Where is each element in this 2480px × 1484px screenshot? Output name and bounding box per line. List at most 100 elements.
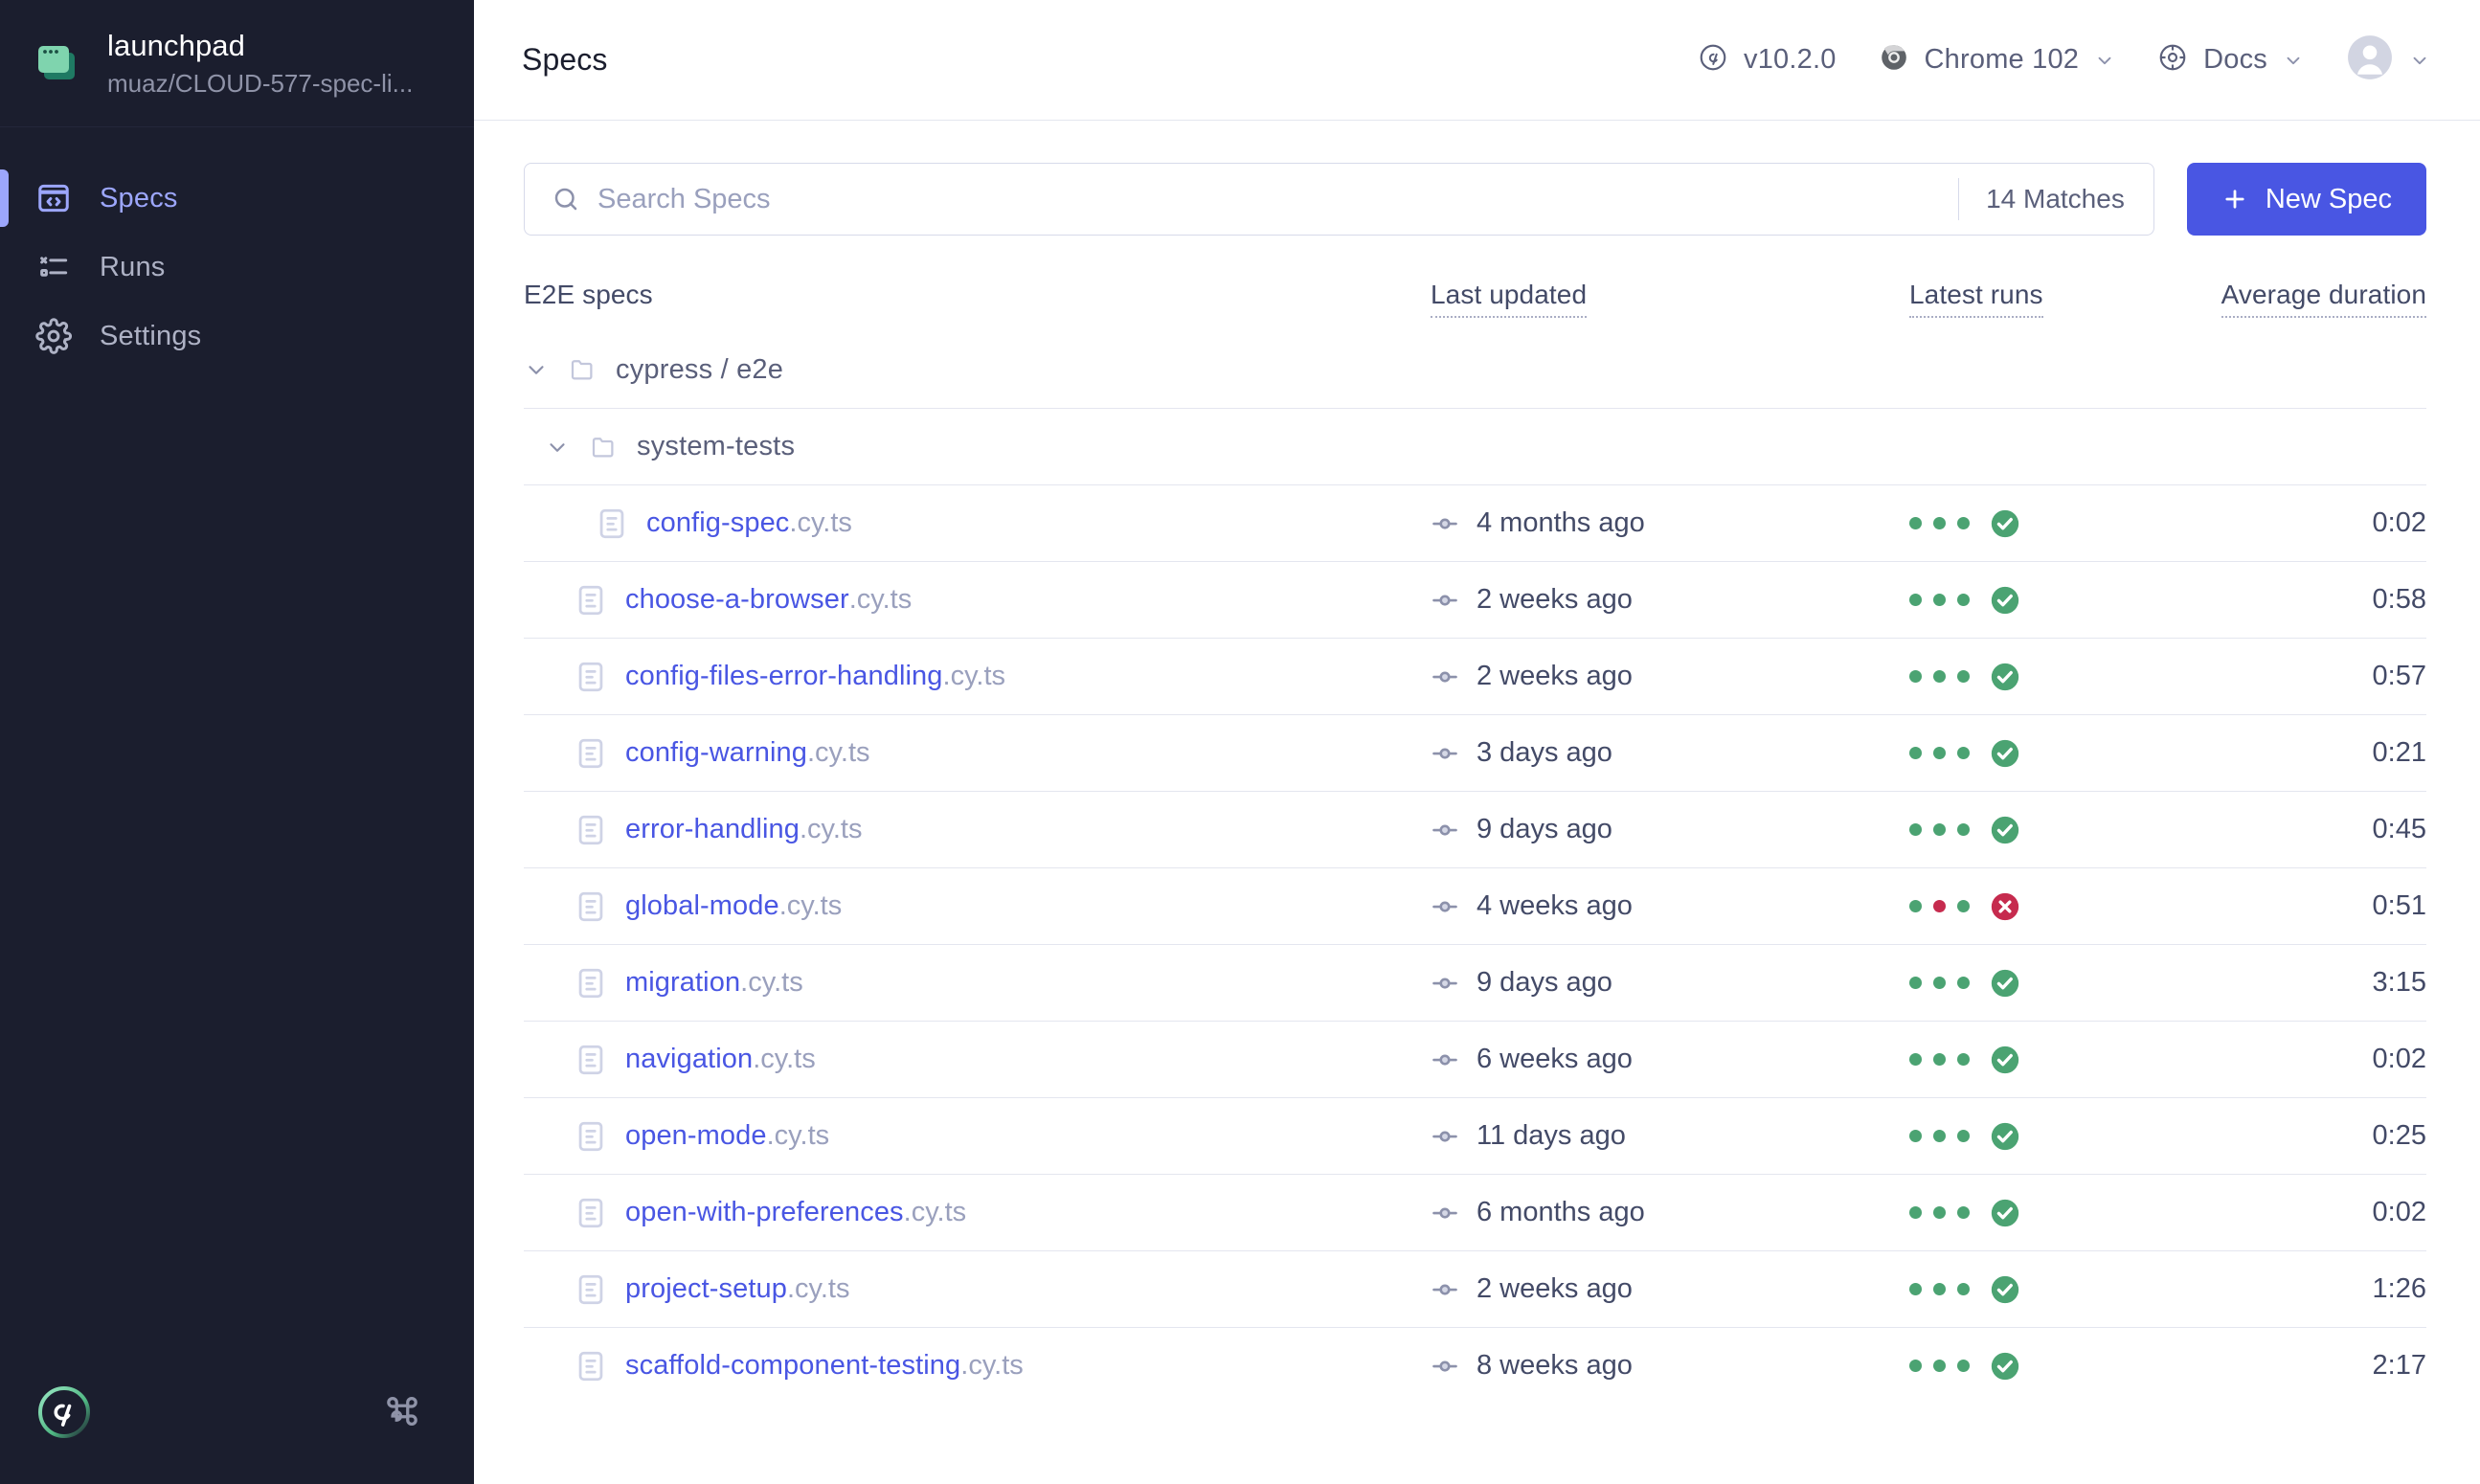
code-window-icon bbox=[34, 179, 73, 217]
run-dot bbox=[1933, 823, 1946, 836]
latest-runs-cell[interactable] bbox=[1909, 1044, 2168, 1076]
match-count-wrap: 14 Matches bbox=[1958, 178, 2153, 220]
project-header[interactable]: launchpad muaz/CLOUD-577-spec-li... bbox=[0, 0, 474, 127]
spec-link[interactable]: scaffold-component-testing.cy.ts bbox=[625, 1350, 1024, 1382]
average-duration-value: 0:51 bbox=[2373, 890, 2426, 921]
docs-menu[interactable]: Docs bbox=[2157, 42, 2304, 78]
column-header-runs[interactable]: Latest runs bbox=[1909, 280, 2043, 318]
specs-table: E2E specs Last updated Latest runs Avera… bbox=[474, 280, 2480, 1404]
chevron-down-icon bbox=[2409, 50, 2430, 71]
command-key-icon[interactable] bbox=[380, 1389, 426, 1435]
latest-runs-cell[interactable] bbox=[1909, 1273, 2168, 1306]
latest-runs-cell[interactable] bbox=[1909, 814, 2168, 846]
new-spec-button[interactable]: New Spec bbox=[2187, 163, 2426, 236]
gear-icon bbox=[34, 317, 73, 355]
spec-extension: .cy.ts bbox=[787, 1273, 850, 1304]
status-pass-icon bbox=[1989, 737, 2021, 770]
cypress-logo-icon[interactable] bbox=[34, 1383, 94, 1442]
column-header-updated[interactable]: Last updated bbox=[1431, 280, 1587, 318]
run-dot bbox=[1933, 594, 1946, 606]
table-row[interactable]: config-spec.cy.ts4 months ago0:02 bbox=[524, 484, 2426, 561]
run-dot bbox=[1933, 747, 1946, 759]
spec-extension: .cy.ts bbox=[779, 890, 843, 921]
table-row[interactable]: project-setup.cy.ts2 weeks ago1:26 bbox=[524, 1250, 2426, 1327]
search-box[interactable]: 14 Matches bbox=[524, 163, 2154, 236]
main-content: Specs v10.2.0 bbox=[474, 0, 2480, 1484]
user-menu[interactable] bbox=[2346, 34, 2430, 86]
latest-runs-cell[interactable] bbox=[1909, 507, 2168, 540]
run-dot bbox=[1957, 1130, 1970, 1142]
spec-extension: .cy.ts bbox=[807, 737, 870, 768]
avatar-icon bbox=[2346, 34, 2394, 86]
spec-link[interactable]: migration.cy.ts bbox=[625, 967, 803, 999]
version-indicator[interactable]: v10.2.0 bbox=[1698, 42, 1837, 78]
spec-link[interactable]: open-with-preferences.cy.ts bbox=[625, 1197, 966, 1228]
run-dot bbox=[1909, 670, 1922, 683]
table-row[interactable]: scaffold-component-testing.cy.ts8 weeks … bbox=[524, 1327, 2426, 1404]
spec-link[interactable]: error-handling.cy.ts bbox=[625, 814, 862, 845]
spec-link[interactable]: navigation.cy.ts bbox=[625, 1044, 816, 1075]
status-pass-icon bbox=[1989, 1044, 2021, 1076]
table-row[interactable]: choose-a-browser.cy.ts2 weeks ago0:58 bbox=[524, 561, 2426, 638]
sidebar-item-specs[interactable]: Specs bbox=[0, 164, 474, 233]
git-commit-icon bbox=[1431, 816, 1459, 844]
status-pass-icon bbox=[1989, 1120, 2021, 1153]
last-updated-value: 4 weeks ago bbox=[1477, 890, 1633, 922]
chevron-down-icon[interactable] bbox=[524, 357, 549, 382]
latest-runs-cell[interactable] bbox=[1909, 737, 2168, 770]
latest-runs-cell[interactable] bbox=[1909, 1350, 2168, 1383]
table-row[interactable]: config-files-error-handling.cy.ts2 weeks… bbox=[524, 638, 2426, 714]
spec-name: scaffold-component-testing bbox=[625, 1350, 960, 1381]
latest-runs-cell[interactable] bbox=[1909, 661, 2168, 693]
table-row[interactable]: migration.cy.ts9 days ago3:15 bbox=[524, 944, 2426, 1021]
average-duration-value: 0:02 bbox=[2373, 1044, 2426, 1074]
latest-runs-cell[interactable] bbox=[1909, 1120, 2168, 1153]
search-input[interactable] bbox=[580, 184, 1958, 215]
latest-runs-cell[interactable] bbox=[1909, 584, 2168, 617]
git-commit-icon bbox=[1431, 892, 1459, 921]
spec-file-icon bbox=[598, 507, 625, 540]
spec-file-icon bbox=[577, 1350, 604, 1383]
sidebar-footer bbox=[0, 1383, 474, 1484]
browser-selector[interactable]: Chrome 102 bbox=[1879, 42, 2116, 78]
run-dot bbox=[1933, 1360, 1946, 1372]
sidebar-item-settings[interactable]: Settings bbox=[0, 302, 474, 371]
last-updated-value: 2 weeks ago bbox=[1477, 1273, 1633, 1305]
column-header-duration[interactable]: Average duration bbox=[2221, 280, 2426, 318]
spec-link[interactable]: config-spec.cy.ts bbox=[646, 507, 852, 539]
folder-row[interactable]: system-tests bbox=[524, 408, 2426, 484]
spec-link[interactable]: global-mode.cy.ts bbox=[625, 890, 842, 922]
spec-name: config-files-error-handling bbox=[625, 661, 943, 691]
sidebar-item-runs[interactable]: Runs bbox=[0, 233, 474, 302]
git-commit-icon bbox=[1431, 509, 1459, 538]
last-updated-value: 6 weeks ago bbox=[1477, 1044, 1633, 1075]
spec-link[interactable]: project-setup.cy.ts bbox=[625, 1273, 849, 1305]
table-row[interactable]: navigation.cy.ts 6 weeks ago 0:02 bbox=[524, 1021, 2426, 1097]
sidebar-item-label: Runs bbox=[100, 252, 166, 283]
run-dot bbox=[1909, 977, 1922, 989]
spec-link[interactable]: choose-a-browser.cy.ts bbox=[625, 584, 912, 616]
run-dot bbox=[1933, 1130, 1946, 1142]
spec-name: project-setup bbox=[625, 1273, 787, 1304]
spec-link[interactable]: config-warning.cy.ts bbox=[625, 737, 870, 769]
spec-link[interactable]: open-mode.cy.ts bbox=[625, 1120, 829, 1152]
plus-icon bbox=[2221, 186, 2248, 213]
latest-runs-cell[interactable] bbox=[1909, 967, 2168, 1000]
spec-name: global-mode bbox=[625, 890, 779, 921]
spec-name: error-handling bbox=[625, 814, 800, 844]
git-commit-icon bbox=[1431, 739, 1459, 768]
spec-extension: .cy.ts bbox=[740, 967, 803, 998]
run-dot bbox=[1909, 594, 1922, 606]
chevron-down-icon[interactable] bbox=[545, 435, 570, 460]
spec-link[interactable]: config-files-error-handling.cy.ts bbox=[625, 661, 1005, 692]
folder-row[interactable]: cypress / e2e bbox=[524, 331, 2426, 408]
table-row[interactable]: error-handling.cy.ts9 days ago0:45 bbox=[524, 791, 2426, 867]
latest-runs-cell[interactable] bbox=[1909, 1197, 2168, 1229]
last-updated-value: 6 months ago bbox=[1477, 1197, 1645, 1228]
table-row[interactable]: global-mode.cy.ts 4 weeks ago 0:51 bbox=[524, 867, 2426, 944]
latest-runs-cell[interactable] bbox=[1909, 890, 2168, 923]
table-row[interactable]: config-warning.cy.ts3 days ago0:21 bbox=[524, 714, 2426, 791]
table-row[interactable]: open-with-preferences.cy.ts6 months ago0… bbox=[524, 1174, 2426, 1250]
table-row[interactable]: open-mode.cy.ts11 days ago0:25 bbox=[524, 1097, 2426, 1174]
git-commit-icon bbox=[1431, 1046, 1459, 1074]
